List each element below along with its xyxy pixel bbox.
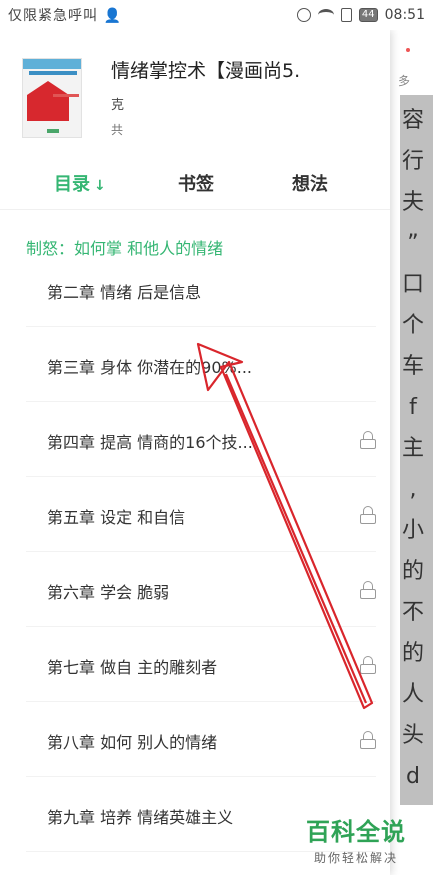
reader-char: 行 [401, 149, 424, 174]
reader-char: 夫 [401, 190, 424, 215]
tab-contents[interactable]: 目录 ↓ [54, 170, 106, 196]
book-chapter-count: 共 [111, 123, 124, 137]
sort-order-icon[interactable]: ↓ [94, 178, 106, 194]
toc-item-label: 第七章 做自 主的雕刻者 [47, 658, 218, 677]
reader-char: d [406, 764, 420, 789]
lock-icon [360, 581, 376, 599]
tab-contents-label: 目录 [54, 174, 90, 195]
lock-icon [360, 431, 376, 449]
toc-list: 第二章 情绪 后是信息第三章 身体 你潜在的90%... 第四章 提高 情商的16… [0, 252, 390, 852]
lock-icon [360, 506, 376, 524]
reader-char: 容 [401, 108, 424, 133]
reader-text-snippet: 多 [398, 74, 411, 88]
cover-logo [47, 129, 59, 133]
toc-item-label: 第五章 设定 和自信 [47, 508, 186, 527]
book-cover[interactable] [22, 58, 82, 138]
reader-char: 的 [401, 641, 424, 666]
reader-text-column: 容行夫” 口个车 f 主, 小的不的人头 d [398, 100, 428, 797]
book-author: 克 [111, 98, 125, 113]
toc-item[interactable]: 第八章 如何 别人的情绪 [26, 702, 376, 777]
tab-bar: 目录 ↓ 书签 想法 [0, 160, 390, 210]
reader-char: 不 [401, 600, 424, 625]
toc-item[interactable]: 第二章 情绪 后是信息 [26, 252, 376, 327]
reader-char: 的 [401, 559, 424, 584]
reader-char: 主 [401, 436, 424, 461]
watermark-subtitle: 助你轻松解决 [313, 851, 398, 865]
battery-icon: 44 [358, 8, 378, 22]
lock-body [360, 514, 376, 524]
lock-body [360, 439, 376, 449]
reader-progress-dot [406, 48, 410, 52]
reader-char: 人 [401, 682, 424, 707]
reader-char: 小 [401, 518, 424, 543]
nfc-icon [296, 8, 311, 22]
toc-item[interactable]: 第四章 提高 情商的16个技... [26, 402, 376, 477]
watermark: 百科全说 助你轻松解决 [306, 812, 406, 866]
lock-icon [360, 731, 376, 749]
status-icons: 44 08:51 [296, 7, 425, 23]
cover-band [23, 59, 81, 69]
toc-item-label: 第八章 如何 别人的情绪 [47, 733, 218, 752]
reader-char: 个 [401, 313, 424, 338]
lock-body [360, 739, 376, 749]
watermark-title: 百科全说 [306, 818, 406, 846]
reader-char: 口 [401, 272, 424, 297]
reader-char: 头 [401, 723, 424, 748]
status-bar: 仅限紧急呼叫 👤 44 08:51 [0, 0, 433, 30]
lock-body [360, 589, 376, 599]
toc-item-label: 第二章 情绪 后是信息 [47, 283, 202, 302]
cover-title-bar [29, 71, 77, 75]
toc-item[interactable]: 第三章 身体 你潜在的90%... [26, 327, 376, 402]
toc-item[interactable]: 第六章 学会 脆弱 [26, 552, 376, 627]
book-title[interactable]: 情绪掌控术【漫画尚5. [111, 56, 300, 83]
carrier-text: 仅限紧急呼叫 👤 [8, 8, 122, 24]
toc-item[interactable]: 第五章 设定 和自信 [26, 477, 376, 552]
toc-item-label: 第三章 身体 你潜在的90%... [47, 358, 252, 377]
toc-item-label: 第六章 学会 脆弱 [47, 583, 170, 602]
cover-text-bar [53, 94, 79, 97]
tab-bookmarks[interactable]: 书签 [178, 170, 214, 196]
cover-house-graphic [27, 81, 69, 121]
lock-body [360, 664, 376, 674]
reader-char: f [409, 395, 417, 420]
sim-card-icon [340, 8, 352, 22]
toc-item[interactable]: 第七章 做自 主的雕刻者 [26, 627, 376, 702]
reader-char: ” [407, 231, 419, 256]
wifi-icon [317, 9, 334, 21]
reader-char: , [409, 477, 417, 502]
toc-item-label: 第九章 培养 情绪英雄主义 [47, 808, 234, 827]
tab-notes[interactable]: 想法 [292, 170, 328, 196]
reader-char: 车 [401, 354, 424, 379]
lock-icon [360, 656, 376, 674]
toc-item-label: 第四章 提高 情商的16个技... [47, 433, 253, 452]
clock-time: 08:51 [384, 7, 425, 23]
